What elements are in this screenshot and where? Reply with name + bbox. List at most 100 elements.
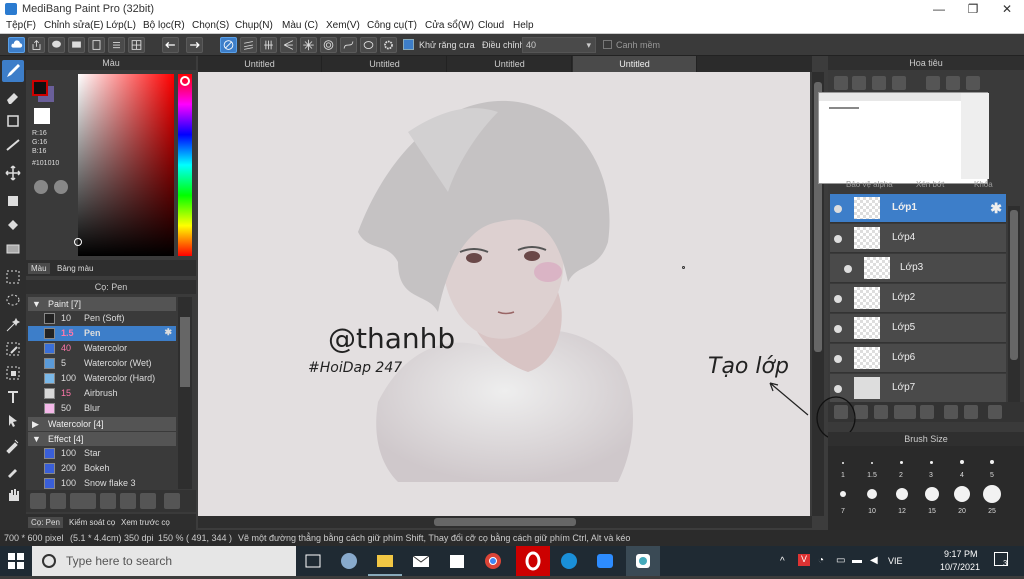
- menu-color[interactable]: Màu (C): [282, 20, 318, 31]
- hand-tool-icon[interactable]: [2, 484, 24, 506]
- paint-app-icon[interactable]: [332, 546, 366, 576]
- eye-icon[interactable]: [844, 265, 852, 273]
- comment-icon[interactable]: [48, 37, 65, 53]
- brush-group-paint[interactable]: ▼ Paint [7]: [28, 297, 176, 311]
- layer-item[interactable]: Lớp2: [830, 284, 1006, 313]
- brush-size-dot[interactable]: [842, 462, 844, 464]
- tab-brush[interactable]: Cọ: Pen: [28, 517, 63, 528]
- edge-icon[interactable]: [552, 546, 586, 576]
- list-icon[interactable]: [108, 37, 125, 53]
- gradient-tool-icon[interactable]: [2, 238, 24, 260]
- chat-icon[interactable]: [68, 37, 85, 53]
- layer-item[interactable]: Lớp1 ✱: [830, 194, 1006, 223]
- correction-select[interactable]: 40 ▾: [522, 37, 596, 53]
- menu-file[interactable]: Tệp(F): [6, 20, 36, 31]
- trash-icon[interactable]: [164, 493, 180, 509]
- wifi-icon[interactable]: ◔: [818, 555, 824, 566]
- eye-icon[interactable]: [834, 235, 842, 243]
- brush-size-dot[interactable]: [983, 485, 1001, 503]
- upload-brush-icon[interactable]: [30, 493, 46, 509]
- tab-color[interactable]: Màu: [28, 263, 50, 274]
- document-icon[interactable]: [88, 37, 105, 53]
- volume-icon[interactable]: ◀: [870, 555, 878, 566]
- brush-item[interactable]: 50 Blur: [28, 401, 176, 416]
- snap-off-icon[interactable]: [220, 37, 237, 53]
- task-view-icon[interactable]: [296, 546, 330, 576]
- eye-icon[interactable]: [834, 385, 842, 393]
- zoom-out-icon[interactable]: [852, 76, 866, 90]
- windows-start-icon[interactable]: [8, 553, 24, 569]
- tab-brush-preview[interactable]: Xem trước cọ: [118, 517, 173, 528]
- lasso-tool-icon[interactable]: [2, 290, 24, 312]
- gear-icon[interactable]: ✱: [990, 200, 1002, 217]
- parallel-snap-icon[interactable]: [240, 37, 257, 53]
- antialias-checkbox[interactable]: [403, 39, 414, 50]
- brush-item[interactable]: 200 Bokeh: [28, 461, 176, 476]
- close-button[interactable]: ✕: [990, 0, 1024, 18]
- clipping-label[interactable]: Xén bớt: [916, 180, 944, 189]
- saturation-value-picker[interactable]: [78, 74, 174, 256]
- brush-size-dot[interactable]: [896, 488, 908, 500]
- brush-item[interactable]: 100 Star: [28, 446, 176, 461]
- brush-size-dot[interactable]: [900, 461, 903, 464]
- primary-color-swatch[interactable]: [32, 80, 48, 96]
- circle-snap-icon[interactable]: [320, 37, 337, 53]
- menu-window[interactable]: Cửa sổ(W): [425, 20, 474, 31]
- battery-icon[interactable]: ▬: [852, 555, 862, 566]
- layer-item[interactable]: Lớp5: [830, 314, 1006, 343]
- redo-icon[interactable]: [186, 37, 203, 53]
- bucket-tool-icon[interactable]: [2, 214, 24, 236]
- minimize-button[interactable]: —: [922, 0, 956, 18]
- layer-item[interactable]: Lớp3: [830, 254, 1006, 283]
- tab-brush-control[interactable]: Kiểm soát cọ: [66, 517, 118, 528]
- chrome-icon[interactable]: [476, 546, 510, 576]
- magic-wand-tool-icon[interactable]: [2, 314, 24, 336]
- flip-icon[interactable]: [966, 76, 980, 90]
- curve-snap-icon[interactable]: [340, 37, 357, 53]
- menu-view[interactable]: Xem(V): [326, 20, 360, 31]
- brush-item[interactable]: 100 Watercolor (Hard): [28, 371, 176, 386]
- brush-size-dot[interactable]: [867, 489, 877, 499]
- network-icon[interactable]: ▭: [836, 555, 845, 566]
- eye-icon[interactable]: [834, 325, 842, 333]
- notifications-icon[interactable]: 3: [994, 552, 1008, 568]
- horizontal-scrollbar[interactable]: [198, 516, 812, 528]
- folder-icon[interactable]: [920, 405, 934, 419]
- tray-chevron-icon[interactable]: ^: [780, 556, 785, 567]
- brush-size-dot[interactable]: [930, 461, 933, 464]
- select-tool-icon[interactable]: [2, 266, 24, 288]
- radial-snap-icon[interactable]: [300, 37, 317, 53]
- store-icon[interactable]: [440, 546, 474, 576]
- actual-size-icon[interactable]: [892, 76, 906, 90]
- brush-group-effect[interactable]: ▼ Effect [4]: [28, 432, 176, 446]
- eyedropper-tool-icon[interactable]: [2, 460, 24, 482]
- new-8bit-layer-icon[interactable]: [874, 405, 888, 419]
- move-tool-icon[interactable]: [2, 162, 24, 184]
- drawing-canvas[interactable]: @thanhb #HoiDap 247 Tạo lớp: [198, 72, 810, 516]
- brush-size-dot[interactable]: [990, 460, 994, 464]
- alpha-protect-label[interactable]: Bảo vệ alpha: [846, 180, 893, 189]
- menu-cloud[interactable]: Cloud: [478, 20, 504, 31]
- palette-icon[interactable]: [34, 180, 48, 194]
- brush-item[interactable]: 40 Watercolor: [28, 341, 176, 356]
- line-tool-icon[interactable]: [2, 134, 24, 156]
- crosshatch-snap-icon[interactable]: [260, 37, 277, 53]
- delete-layer-icon[interactable]: [988, 405, 1002, 419]
- text-tool-icon[interactable]: [2, 386, 24, 408]
- cloud-icon[interactable]: [8, 37, 25, 53]
- fit-icon[interactable]: [872, 76, 886, 90]
- brush-tool-icon[interactable]: [2, 60, 24, 82]
- zoom-in-icon[interactable]: [834, 76, 848, 90]
- taskbar-search[interactable]: Type here to search: [32, 546, 296, 576]
- eye-icon[interactable]: [834, 295, 842, 303]
- navigator-preview[interactable]: [818, 92, 989, 184]
- gear-icon[interactable]: ✱: [164, 327, 172, 338]
- menu-tools[interactable]: Công cụ(T): [367, 20, 417, 31]
- undo-icon[interactable]: [162, 37, 179, 53]
- clock-date[interactable]: 10/7/2021: [940, 562, 980, 572]
- menu-edit[interactable]: Chỉnh sửa(E): [44, 20, 104, 31]
- layer-item[interactable]: Lớp4: [830, 224, 1006, 253]
- gear-icon[interactable]: [380, 37, 397, 53]
- eraser-tool-icon[interactable]: [2, 86, 24, 108]
- fill-rect-tool-icon[interactable]: [2, 190, 24, 212]
